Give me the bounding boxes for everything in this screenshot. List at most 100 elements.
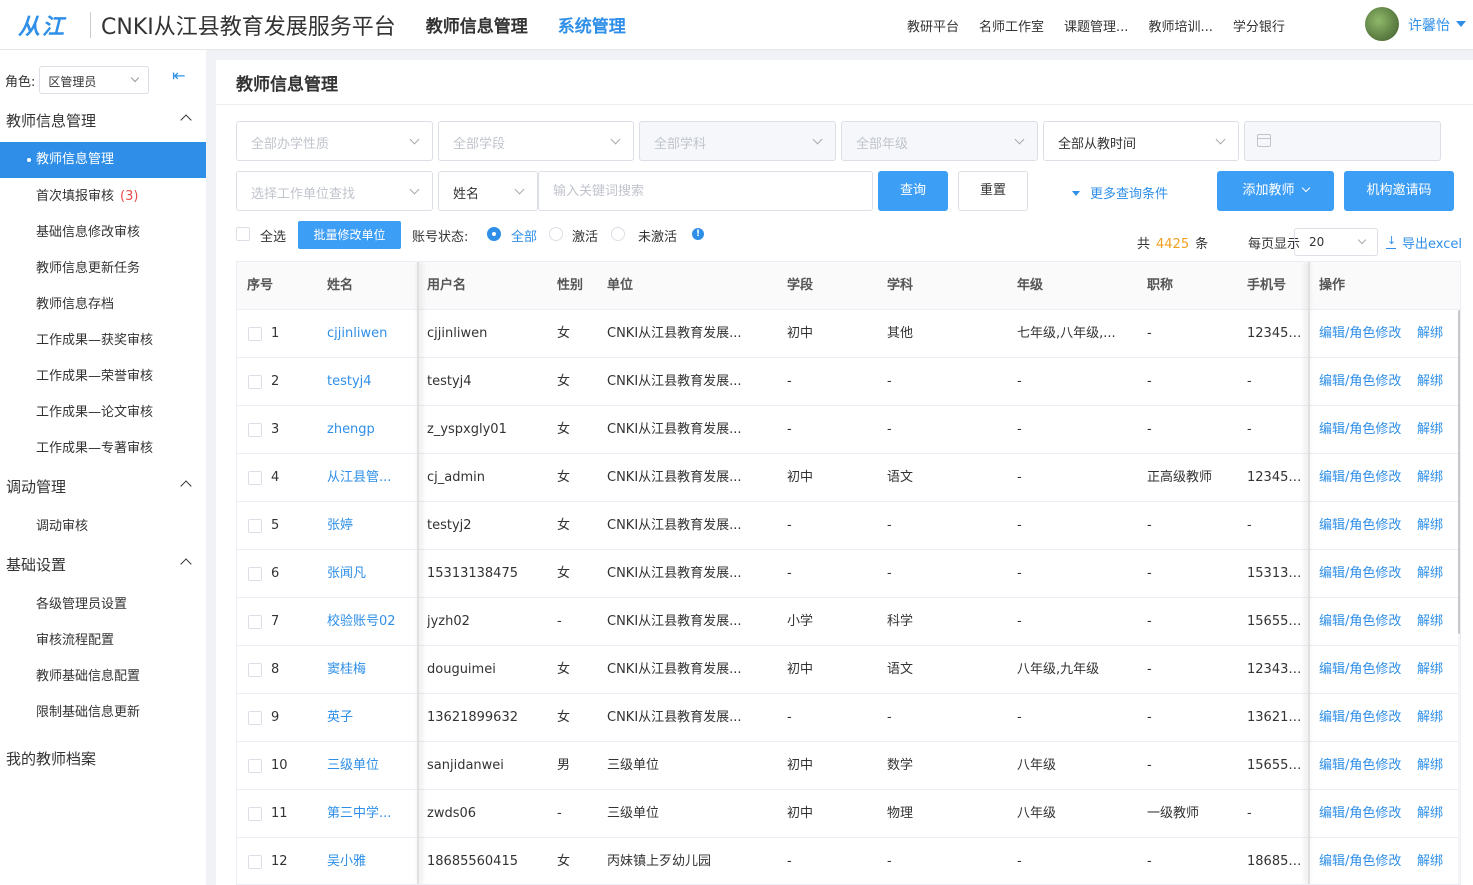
sidebar-item-transfer-review[interactable]: 调动审核: [0, 509, 206, 545]
status-active-radio[interactable]: [549, 227, 563, 241]
date-range-picker[interactable]: [1244, 121, 1441, 161]
unbind-link[interactable]: 解绑: [1417, 598, 1443, 646]
sidebar-item-monograph-review[interactable]: 工作成果—专著审核: [0, 431, 206, 467]
invite-code-button[interactable]: 机构邀请码: [1344, 171, 1454, 211]
page-size-select[interactable]: 20: [1294, 228, 1378, 256]
edit-role-link[interactable]: 编辑/角色修改: [1319, 406, 1401, 454]
edit-role-link[interactable]: 编辑/角色修改: [1319, 454, 1401, 502]
teacher-name-link[interactable]: 张闻凡: [327, 550, 411, 598]
batch-modify-unit-button[interactable]: 批量修改单位: [298, 221, 401, 249]
teacher-name-link[interactable]: cjjinliwen: [327, 310, 411, 358]
top-menu-system[interactable]: 系统管理: [558, 12, 626, 37]
username[interactable]: 许馨怡: [1408, 15, 1450, 35]
edit-role-link[interactable]: 编辑/角色修改: [1319, 598, 1401, 646]
status-inactive-radio[interactable]: [611, 227, 625, 241]
sidebar-item-teacher-basic-config[interactable]: 教师基础信息配置: [0, 659, 206, 695]
row-checkbox[interactable]: [248, 471, 262, 485]
sidebar-item-info-update-task[interactable]: 教师信息更新任务: [0, 251, 206, 287]
select-all-checkbox[interactable]: [236, 227, 250, 241]
sidebar-item-restrict-update[interactable]: 限制基础信息更新: [0, 695, 206, 731]
collapse-sidebar-icon[interactable]: ⇤: [172, 66, 185, 85]
unbind-link[interactable]: 解绑: [1417, 550, 1443, 598]
unbind-link[interactable]: 解绑: [1417, 310, 1443, 358]
export-excel-link[interactable]: 导出excel: [1386, 233, 1462, 252]
caret-down-icon[interactable]: [1456, 21, 1466, 27]
menu-group-my-archive[interactable]: 我的教师档案: [6, 748, 196, 769]
sidebar-item-teacher-info-management[interactable]: 教师信息管理: [0, 142, 206, 178]
menu-group-basic-settings[interactable]: 基础设置: [6, 554, 196, 575]
unit-select[interactable]: 选择工作单位查找: [236, 171, 433, 211]
status-all-radio[interactable]: [487, 227, 501, 241]
info-icon[interactable]: !: [692, 228, 704, 240]
sidebar-item-info-archive[interactable]: 教师信息存档: [0, 287, 206, 323]
edit-role-link[interactable]: 编辑/角色修改: [1319, 550, 1401, 598]
row-checkbox[interactable]: [248, 615, 262, 629]
subject-select[interactable]: 全部学科: [639, 121, 836, 161]
unbind-link[interactable]: 解绑: [1417, 742, 1443, 790]
row-checkbox[interactable]: [248, 663, 262, 677]
avatar[interactable]: [1365, 7, 1399, 41]
row-checkbox[interactable]: [248, 807, 262, 821]
sidebar-item-basic-info-review[interactable]: 基础信息修改审核: [0, 215, 206, 251]
teacher-name-link[interactable]: 英子: [327, 694, 411, 742]
unbind-link[interactable]: 解绑: [1417, 502, 1443, 550]
menu-group-transfer[interactable]: 调动管理: [6, 476, 196, 497]
sidebar-item-admin-settings[interactable]: 各级管理员设置: [0, 587, 206, 623]
status-active-label[interactable]: 激活: [572, 226, 598, 245]
status-all-label[interactable]: 全部: [511, 226, 537, 245]
row-checkbox[interactable]: [248, 855, 262, 869]
school-type-select[interactable]: 全部办学性质: [236, 121, 433, 161]
more-conditions-link[interactable]: 更多查询条件: [1072, 183, 1168, 202]
sidebar-item-honor-review[interactable]: 工作成果—荣誉审核: [0, 359, 206, 395]
edit-role-link[interactable]: 编辑/角色修改: [1319, 310, 1401, 358]
nav-master-studio[interactable]: 名师工作室: [979, 16, 1044, 35]
nav-research-platform[interactable]: 教研平台: [907, 16, 959, 35]
menu-group-teacher-info[interactable]: 教师信息管理: [6, 110, 196, 131]
sidebar-item-review-flow-config[interactable]: 审核流程配置: [0, 623, 206, 659]
edit-role-link[interactable]: 编辑/角色修改: [1319, 694, 1401, 742]
stage-select[interactable]: 全部学段: [438, 121, 634, 161]
reset-button[interactable]: 重置: [958, 171, 1028, 211]
brand-logo[interactable]: 从江: [18, 9, 80, 41]
unbind-link[interactable]: 解绑: [1417, 406, 1443, 454]
row-checkbox[interactable]: [248, 375, 262, 389]
teacher-name-link[interactable]: 三级单位: [327, 742, 411, 790]
teacher-name-link[interactable]: testyj4: [327, 358, 411, 406]
unbind-link[interactable]: 解绑: [1417, 646, 1443, 694]
edit-role-link[interactable]: 编辑/角色修改: [1319, 790, 1401, 838]
nav-credit-bank[interactable]: 学分银行: [1233, 16, 1285, 35]
teacher-name-link[interactable]: 从江县管...: [327, 454, 411, 502]
search-field-select[interactable]: 姓名: [438, 171, 538, 211]
edit-role-link[interactable]: 编辑/角色修改: [1319, 838, 1401, 884]
nav-teacher-training[interactable]: 教师培训...: [1148, 16, 1212, 35]
row-checkbox[interactable]: [248, 567, 262, 581]
edit-role-link[interactable]: 编辑/角色修改: [1319, 358, 1401, 406]
sidebar-item-first-fill-review[interactable]: 首次填报审核 (3): [0, 179, 206, 215]
top-menu-teacher-info[interactable]: 教师信息管理: [426, 12, 528, 37]
row-checkbox[interactable]: [248, 759, 262, 773]
add-teacher-button[interactable]: 添加教师: [1217, 171, 1334, 211]
row-checkbox[interactable]: [248, 327, 262, 341]
status-inactive-label[interactable]: 未激活: [638, 226, 677, 245]
nav-project-management[interactable]: 课题管理...: [1064, 16, 1128, 35]
row-checkbox[interactable]: [248, 519, 262, 533]
unbind-link[interactable]: 解绑: [1417, 358, 1443, 406]
row-checkbox[interactable]: [248, 423, 262, 437]
scrollbar-thumb[interactable]: [1458, 310, 1460, 634]
unbind-link[interactable]: 解绑: [1417, 838, 1443, 884]
teacher-name-link[interactable]: zhengp: [327, 406, 411, 454]
sidebar-item-award-review[interactable]: 工作成果—获奖审核: [0, 323, 206, 359]
role-select[interactable]: 区管理员: [39, 66, 150, 94]
teach-time-select[interactable]: 全部从教时间: [1043, 121, 1239, 161]
keyword-search-input[interactable]: [538, 171, 873, 211]
teacher-name-link[interactable]: 校验账号02: [327, 598, 411, 646]
unbind-link[interactable]: 解绑: [1417, 694, 1443, 742]
unbind-link[interactable]: 解绑: [1417, 454, 1443, 502]
sidebar-item-paper-review[interactable]: 工作成果—论文审核: [0, 395, 206, 431]
query-button[interactable]: 查询: [878, 171, 948, 211]
unbind-link[interactable]: 解绑: [1417, 790, 1443, 838]
grade-select[interactable]: 全部年级: [841, 121, 1038, 161]
teacher-name-link[interactable]: 第三中学...: [327, 790, 411, 838]
teacher-name-link[interactable]: 吴小雅: [327, 838, 411, 884]
edit-role-link[interactable]: 编辑/角色修改: [1319, 742, 1401, 790]
